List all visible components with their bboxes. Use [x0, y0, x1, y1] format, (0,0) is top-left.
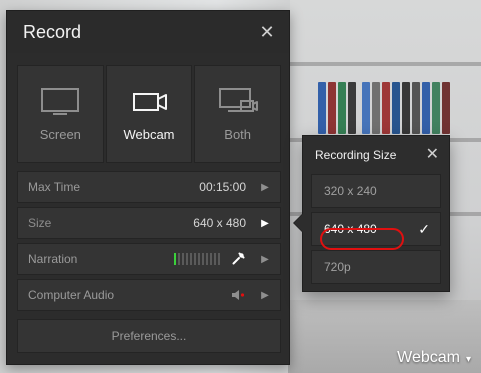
meter-segment: [214, 253, 216, 265]
popup-header: Recording Size ✕: [303, 136, 449, 174]
monitor-camera-icon: [218, 87, 258, 112]
meter-segment: [198, 253, 200, 265]
chevron-right-icon: ▶: [261, 289, 269, 301]
size-value: 640 x 480: [193, 216, 246, 230]
source-label: Webcam: [123, 126, 175, 142]
camera-selector-label: Webcam: [397, 349, 460, 366]
monitor-icon: [41, 87, 80, 115]
book-spine: [392, 82, 400, 134]
chevron-down-icon: ▾: [465, 353, 471, 365]
record-panel: Record ✕ Screen Webcam Both Max Time 00:…: [6, 10, 290, 365]
source-selector: Screen Webcam Both: [17, 65, 281, 163]
popup-title: Recording Size: [315, 148, 397, 162]
source-screen-button[interactable]: Screen: [17, 65, 104, 163]
audio-level-meter: [174, 253, 220, 265]
settings-list: Max Time 00:15:00 ▶ Size 640 x 480 ▶ Nar…: [17, 171, 281, 315]
chevron-right-icon: ▶: [261, 217, 269, 229]
book-spine: [432, 82, 440, 134]
recording-size-option-label: 320 x 240: [324, 184, 377, 198]
max-time-label: Max Time: [28, 180, 81, 194]
recording-size-option-label-wrap: 640 x 480: [320, 222, 404, 250]
source-label: Screen: [39, 126, 81, 142]
close-icon[interactable]: ✕: [257, 22, 277, 42]
max-time-row[interactable]: Max Time 00:15:00 ▶: [17, 171, 281, 203]
size-label: Size: [28, 216, 52, 230]
meter-segment: [182, 253, 184, 265]
recording-size-option[interactable]: 720p: [311, 250, 441, 284]
source-webcam-button[interactable]: Webcam: [105, 65, 193, 163]
meter-segment: [194, 253, 196, 265]
book-spine: [412, 82, 420, 134]
check-icon: ✓: [418, 220, 430, 237]
book-spine: [362, 82, 370, 134]
recording-size-option[interactable]: 640 x 480 ✓: [311, 212, 441, 250]
book-spine: [402, 82, 410, 134]
meter-segment: [210, 253, 212, 265]
meter-segment: [174, 253, 176, 265]
recording-size-option-label: 640 x 480: [324, 222, 377, 236]
recording-size-popup: Recording Size ✕ 320 x 240 640 x 480 ✓ 7…: [302, 135, 450, 292]
book-spine: [338, 82, 346, 134]
recording-size-option-label: 720p: [324, 260, 351, 274]
size-row[interactable]: Size 640 x 480 ▶: [17, 207, 281, 239]
preferences-button[interactable]: Preferences...: [17, 319, 281, 353]
panel-header: Record ✕: [7, 11, 289, 53]
meter-segment: [218, 253, 220, 265]
chevron-right-icon: ▶: [261, 253, 269, 265]
camera-icon: [132, 92, 167, 111]
recording-size-option[interactable]: 320 x 240: [311, 174, 441, 208]
close-icon[interactable]: ✕: [426, 147, 439, 163]
meter-segment: [190, 253, 192, 265]
book-spine: [318, 82, 326, 134]
shelf-divider: [290, 62, 481, 66]
speaker-muted-icon: [230, 287, 246, 303]
meter-segment: [202, 253, 204, 265]
camera-selector[interactable]: Webcam ▾: [397, 349, 471, 367]
max-time-value: 00:15:00: [199, 180, 246, 194]
source-both-button[interactable]: Both: [194, 65, 281, 163]
source-label: Both: [224, 126, 252, 142]
narration-label: Narration: [28, 252, 78, 266]
chevron-right-icon: ▶: [261, 181, 269, 193]
microphone-icon: [230, 251, 246, 267]
book-spine: [348, 82, 356, 134]
book-spine: [372, 82, 380, 134]
panel-title: Record: [23, 21, 82, 42]
computer-audio-label: Computer Audio: [28, 288, 115, 302]
narration-row[interactable]: Narration ▶: [17, 243, 281, 275]
book-spine: [382, 82, 390, 134]
book-spine: [442, 82, 450, 134]
meter-segment: [178, 253, 180, 265]
meter-segment: [206, 253, 208, 265]
book-spine: [422, 82, 430, 134]
meter-segment: [186, 253, 188, 265]
computer-audio-row[interactable]: Computer Audio ▶: [17, 279, 281, 311]
recording-size-options: 320 x 240 640 x 480 ✓ 720p: [303, 174, 449, 296]
book-spine: [328, 82, 336, 134]
